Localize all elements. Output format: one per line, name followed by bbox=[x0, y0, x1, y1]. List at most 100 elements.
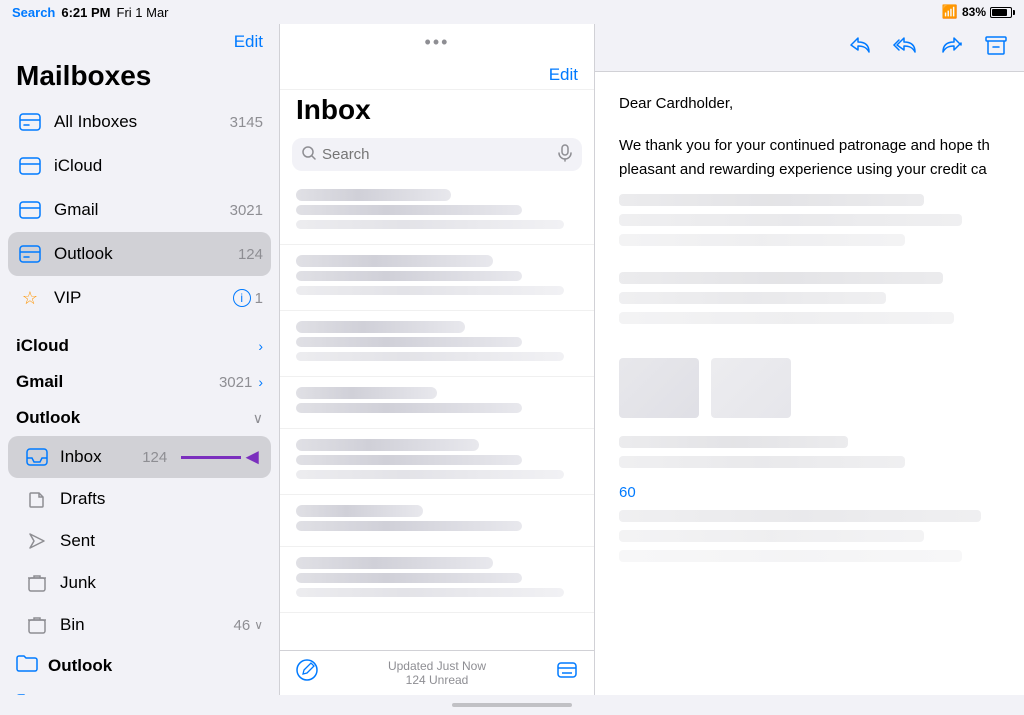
battery-percentage: 83% bbox=[962, 5, 986, 19]
wifi-icon: 📶 bbox=[942, 4, 958, 20]
icloud-icon bbox=[16, 152, 44, 180]
forward-button[interactable] bbox=[940, 34, 964, 62]
updated-text: Updated Just Now bbox=[388, 659, 486, 673]
compose-button[interactable] bbox=[296, 659, 318, 687]
sidebar-item-vip[interactable]: ☆ VIP i 1 bbox=[0, 276, 279, 320]
gmail-icon bbox=[16, 196, 44, 224]
filter-button[interactable] bbox=[556, 659, 578, 687]
search-icon bbox=[302, 146, 316, 163]
microphone-icon[interactable] bbox=[558, 144, 572, 165]
status-bar-right: 📶 83% bbox=[942, 4, 1012, 20]
middle-footer: Updated Just Now 124 Unread bbox=[280, 650, 594, 695]
email-body-2: pleasant and rewarding experience using … bbox=[619, 158, 1000, 182]
search-status[interactable]: Search bbox=[12, 5, 55, 20]
footer-info: Updated Just Now 124 Unread bbox=[388, 659, 486, 687]
sent-label: Sent bbox=[60, 531, 263, 551]
email-item-4[interactable] bbox=[280, 377, 594, 429]
outlook-folder-icon bbox=[16, 654, 38, 677]
all-inboxes-icon bbox=[16, 108, 44, 136]
middle-edit-button[interactable]: Edit bbox=[549, 65, 578, 85]
reply-button[interactable] bbox=[848, 34, 872, 62]
battery-icon bbox=[990, 7, 1012, 18]
gmail-count: 3021 bbox=[230, 202, 263, 219]
inbox-label: Inbox bbox=[60, 447, 142, 467]
inbox-icon bbox=[24, 444, 50, 470]
outlook-label: Outlook bbox=[54, 244, 238, 264]
right-panel: Dear Cardholder, We thank you for your c… bbox=[595, 24, 1024, 695]
email-item-7[interactable] bbox=[280, 547, 594, 613]
outlook-section-label: Outlook bbox=[16, 408, 253, 428]
vip-badge: i 1 bbox=[233, 289, 263, 307]
icloud-label: iCloud bbox=[54, 156, 263, 176]
sidebar-item-all-inboxes[interactable]: All Inboxes 3145 bbox=[0, 100, 279, 144]
email-item-2[interactable] bbox=[280, 245, 594, 311]
sidebar-item-outlook[interactable]: Outlook 124 bbox=[8, 232, 271, 276]
gmail-chevron-icon: › bbox=[258, 374, 263, 390]
email-link[interactable]: 60 bbox=[619, 484, 636, 501]
sidebar-edit-button[interactable]: Edit bbox=[234, 32, 263, 52]
icloud-chevron-icon: › bbox=[258, 338, 263, 354]
inbox-annotation-arrow: ◄ bbox=[179, 444, 263, 470]
outlook-folder-label: Outlook bbox=[48, 656, 263, 676]
email-blurred-content bbox=[619, 194, 1000, 468]
email-item-1[interactable] bbox=[280, 179, 594, 245]
search-bar[interactable] bbox=[292, 138, 582, 171]
gmail-section-label: Gmail bbox=[16, 372, 219, 392]
middle-header: Edit bbox=[280, 57, 594, 90]
right-toolbar bbox=[595, 24, 1024, 72]
reply-all-button[interactable] bbox=[892, 34, 920, 62]
sidebar-item-icloud[interactable]: iCloud bbox=[0, 144, 279, 188]
gmail-label: Gmail bbox=[54, 200, 230, 220]
time-display: 6:21 PM bbox=[61, 5, 110, 20]
drafts-label: Drafts bbox=[60, 489, 263, 509]
sub-item-junk[interactable]: Junk bbox=[0, 562, 279, 604]
sidebar-parthsha-folder[interactable]: parthsha › bbox=[0, 685, 279, 695]
all-inboxes-label: All Inboxes bbox=[54, 112, 230, 132]
email-item-5[interactable] bbox=[280, 429, 594, 495]
sidebar-title: Mailboxes bbox=[0, 56, 279, 100]
email-body-1: We thank you for your continued patronag… bbox=[619, 134, 1000, 158]
status-bar: Search 6:21 PM Fri 1 Mar 📶 83% bbox=[0, 0, 1024, 24]
bin-chevron-icon: ∨ bbox=[254, 618, 263, 632]
sidebar-section-outlook[interactable]: Outlook ∨ bbox=[0, 400, 279, 436]
gmail-section-count: 3021 bbox=[219, 374, 252, 391]
date-display: Fri 1 Mar bbox=[117, 5, 169, 20]
home-indicator bbox=[0, 695, 1024, 715]
inbox-count: 124 bbox=[142, 449, 167, 466]
archive-button[interactable] bbox=[984, 34, 1008, 62]
email-blurred-right bbox=[619, 510, 1000, 562]
sidebar: Edit Mailboxes All Inboxes 3145 bbox=[0, 24, 280, 695]
outlook-chevron-down-icon: ∨ bbox=[253, 410, 263, 427]
main-layout: Edit Mailboxes All Inboxes 3145 bbox=[0, 24, 1024, 695]
sidebar-section-icloud[interactable]: iCloud › bbox=[0, 328, 279, 364]
sub-item-inbox[interactable]: Inbox 124 ◄ bbox=[8, 436, 271, 478]
sent-icon bbox=[24, 528, 50, 554]
email-item-6[interactable] bbox=[280, 495, 594, 547]
sidebar-outlook-folder[interactable]: Outlook bbox=[0, 646, 279, 685]
email-content: Dear Cardholder, We thank you for your c… bbox=[595, 72, 1024, 695]
info-icon: i bbox=[233, 289, 251, 307]
search-input[interactable] bbox=[322, 146, 552, 163]
sidebar-header: Edit bbox=[0, 24, 279, 56]
outlook-icon bbox=[16, 240, 44, 268]
home-bar bbox=[452, 703, 572, 707]
email-list bbox=[280, 179, 594, 650]
middle-dots: ••• bbox=[280, 24, 594, 57]
status-bar-left: Search 6:21 PM Fri 1 Mar bbox=[12, 5, 169, 20]
sub-item-bin[interactable]: Bin 46 ∨ bbox=[0, 604, 279, 646]
sidebar-section-gmail[interactable]: Gmail 3021 › bbox=[0, 364, 279, 400]
sub-item-drafts[interactable]: Drafts bbox=[0, 478, 279, 520]
sidebar-item-gmail[interactable]: Gmail 3021 bbox=[0, 188, 279, 232]
icloud-section-label: iCloud bbox=[16, 336, 258, 356]
drafts-icon bbox=[24, 486, 50, 512]
all-inboxes-count: 3145 bbox=[230, 114, 263, 131]
bin-count: 46 bbox=[234, 617, 251, 634]
unread-count: 124 Unread bbox=[388, 673, 486, 687]
sub-item-sent[interactable]: Sent bbox=[0, 520, 279, 562]
email-item-3[interactable] bbox=[280, 311, 594, 377]
email-greeting: Dear Cardholder, bbox=[619, 92, 1000, 116]
vip-count: 1 bbox=[255, 290, 263, 307]
middle-panel: ••• Edit Inbox bbox=[280, 24, 595, 695]
bin-icon bbox=[24, 612, 50, 638]
outlook-count: 124 bbox=[238, 246, 263, 263]
